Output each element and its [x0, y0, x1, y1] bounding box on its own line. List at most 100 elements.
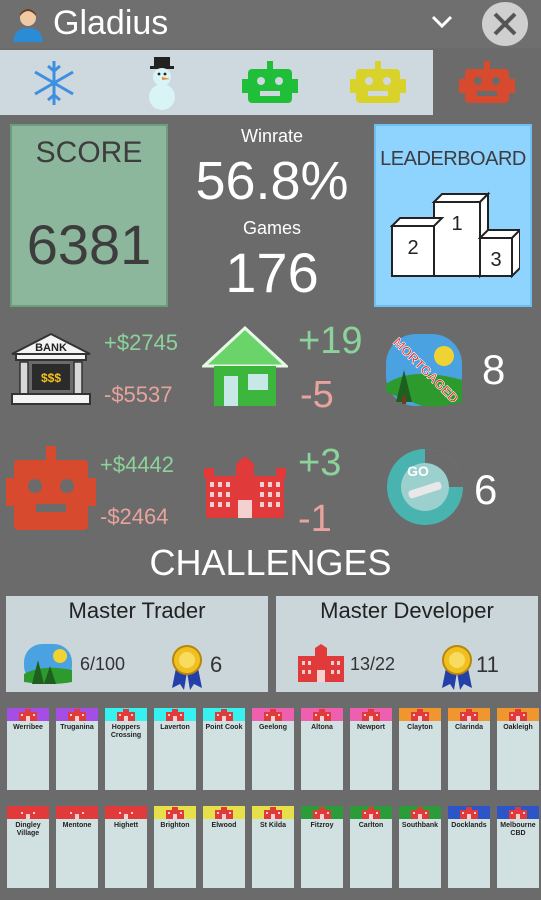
winrate-value: 56.8% [195, 151, 349, 211]
bank-plus: +$2745 [104, 330, 179, 355]
podium-icon: 1 2 3 [390, 191, 520, 279]
hotel-icon [204, 456, 286, 518]
property-card[interactable]: Werribee [7, 708, 49, 790]
property-card[interactable]: Carlton [350, 806, 392, 888]
bank-minus: -$5537 [104, 382, 173, 407]
property-name: Geelong [258, 724, 287, 731]
go-icon: GO [387, 449, 463, 525]
snowman-icon [149, 56, 175, 110]
property-name: Oakleigh [503, 724, 533, 731]
property-name: Werribee [13, 724, 43, 731]
close-button[interactable] [482, 2, 528, 46]
winrate-label: Winrate [240, 126, 303, 146]
tab-snowflake[interactable] [0, 50, 108, 115]
challenge-master-developer[interactable]: Master Developer 13/22 11 [276, 596, 538, 692]
go-label: GO [407, 463, 429, 479]
hotels-plus: +3 [298, 442, 342, 484]
property-name: Clayton [407, 724, 433, 731]
property-card[interactable]: Dingley Village [7, 806, 49, 888]
score-label: SCORE [35, 136, 143, 169]
property-name: Southbank [401, 822, 439, 829]
property-name: Newport [357, 724, 385, 731]
property-name: Laverton [160, 724, 190, 731]
houses-plus: +19 [298, 320, 363, 362]
close-icon [493, 12, 517, 36]
mortgaged-icon: MORTGAGED [386, 334, 462, 407]
theme-tabs [0, 50, 541, 115]
challenges-title: CHALLENGES [149, 542, 392, 583]
tab-yellow-robot[interactable] [324, 50, 432, 115]
challenge-master-trader[interactable]: Master Trader 6/100 6 [6, 596, 268, 692]
green-robot-icon [242, 60, 298, 103]
challenge-title: Master Trader [68, 598, 206, 623]
challenge-medal-count: 11 [476, 652, 499, 677]
robot-plus: +$4442 [100, 452, 175, 477]
header-bar: Gladius [0, 0, 541, 48]
property-card[interactable]: Southbank [399, 806, 441, 888]
property-card[interactable]: Elwood [203, 806, 245, 888]
red-robot-player-icon [6, 446, 96, 530]
house-icon [202, 326, 288, 406]
property-card[interactable]: Hoppers Crossing [105, 708, 147, 790]
property-card[interactable]: Truganina [56, 708, 98, 790]
podium-first-place: 1 [451, 213, 462, 235]
property-card[interactable]: Brighton [154, 806, 196, 888]
landscape-icon [24, 644, 72, 684]
property-card[interactable]: Point Cook [203, 708, 245, 790]
challenge-medal-count: 6 [210, 652, 223, 677]
property-card[interactable]: Clayton [399, 708, 441, 790]
tab-snowman[interactable] [108, 50, 216, 115]
property-name: Clarinda [454, 724, 483, 731]
medal-icon [442, 645, 472, 690]
property-card[interactable]: Laverton [154, 708, 196, 790]
property-name: Brighton [160, 822, 190, 829]
challenge-title: Master Developer [320, 598, 494, 623]
hotel-icon [298, 644, 344, 682]
bank-icon: BANK $$$ [11, 332, 91, 405]
property-name: St Kilda [259, 822, 287, 829]
avatar-icon [13, 9, 43, 42]
property-card[interactable]: Newport [350, 708, 392, 790]
tab-green-robot[interactable] [216, 50, 324, 115]
red-robot-icon [459, 60, 515, 103]
property-card[interactable]: Oakleigh [497, 708, 539, 790]
property-name: Docklands [451, 822, 487, 829]
property-name: Carlton [358, 822, 384, 829]
property-name: Fitzroy [310, 822, 334, 829]
property-card[interactable]: Clarinda [448, 708, 490, 790]
property-name: Truganina [60, 724, 94, 731]
leaderboard-label: LEADERBOARD [380, 148, 526, 170]
property-name: Melbourne CBD [500, 822, 536, 837]
property-name: Altona [311, 724, 333, 731]
go-count: 6 [474, 466, 498, 513]
podium-third-place: 3 [490, 249, 501, 271]
challenge-progress: 6/100 [80, 654, 126, 674]
score-value: 6381 [26, 213, 152, 276]
hotels-minus: -1 [298, 498, 332, 540]
leaderboard-button[interactable]: LEADERBOARD 1 2 3 [374, 124, 532, 307]
medal-icon [172, 645, 202, 690]
property-card[interactable]: Altona [301, 708, 343, 790]
snowflake-icon [34, 60, 74, 105]
chevron-down-icon[interactable] [430, 12, 454, 32]
houses-minus: -5 [300, 374, 334, 416]
property-card[interactable]: St Kilda [252, 806, 294, 888]
property-card[interactable]: Docklands [448, 806, 490, 888]
property-name: Dingley Village [15, 822, 41, 837]
games-value: 176 [225, 241, 319, 304]
property-name: Hoppers Crossing [110, 724, 142, 739]
property-name: Point Cook [205, 724, 243, 731]
podium-second-place: 2 [407, 237, 418, 259]
property-card[interactable]: Fitzroy [301, 806, 343, 888]
robot-minus: -$2464 [100, 504, 169, 529]
player-name[interactable]: Gladius [53, 3, 168, 43]
property-card[interactable]: Highett [105, 806, 147, 888]
property-card[interactable]: Geelong [252, 708, 294, 790]
property-name: Highett [113, 822, 139, 829]
tab-red-robot[interactable] [433, 50, 541, 115]
challenge-progress: 13/22 [350, 654, 396, 674]
property-card[interactable]: Mentone [56, 806, 98, 888]
mortgaged-count: 8 [482, 346, 506, 393]
bank-icon-sign: $$$ [41, 371, 61, 385]
property-card[interactable]: Melbourne CBD [497, 806, 539, 888]
